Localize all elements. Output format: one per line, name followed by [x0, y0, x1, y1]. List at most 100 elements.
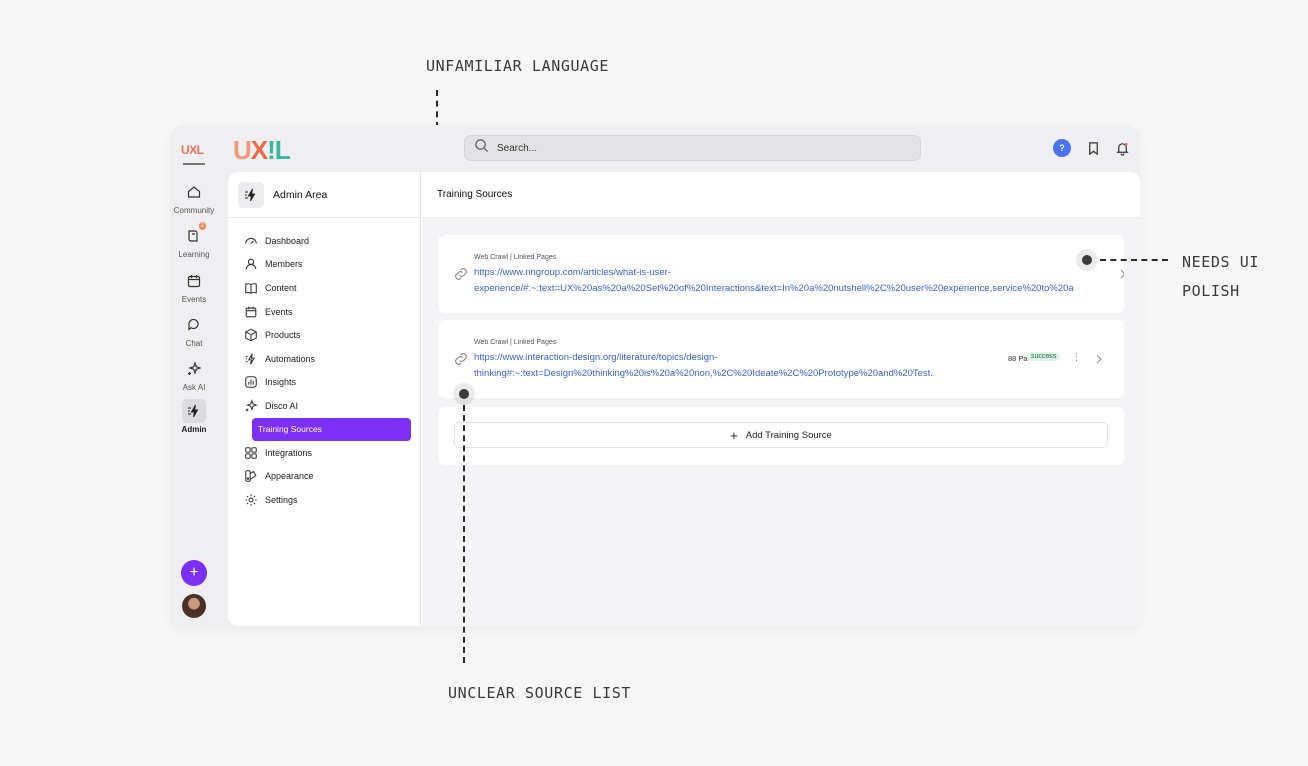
search-input[interactable]	[497, 142, 897, 154]
nav-item-automations[interactable]: Automations	[228, 347, 421, 371]
source-url-line-2[interactable]: thinking#:~:text=Design%20thinking%20is%…	[474, 366, 933, 382]
annotation-needs-ui-polish-line1: NEEDS UI	[1182, 253, 1260, 271]
source-card[interactable]: Web Crawl | Linked Pages https://www.nng…	[438, 235, 1124, 313]
nav-label-members: Members	[265, 259, 303, 270]
rail-label-learning: Learning	[178, 250, 210, 259]
page-title: Training Sources	[422, 172, 1140, 218]
bookmark-icon[interactable]	[1084, 139, 1102, 157]
add-training-source-label: Add Training Source	[745, 429, 832, 441]
annotation-line-bottom	[463, 405, 465, 663]
bolt-icon	[245, 353, 255, 365]
rail-item-learning[interactable]: 2 Learning	[170, 222, 218, 259]
source-url-line-1[interactable]: https://www.nngroup.com/articles/what-is…	[474, 265, 671, 281]
annotation-unclear-source-list: UNCLEAR SOURCE LIST	[448, 684, 631, 702]
calendar-icon	[182, 269, 206, 293]
annotation-needs-ui-polish-line2: POLISH	[1182, 282, 1240, 300]
search-bar[interactable]	[464, 135, 921, 161]
nav-label-content: Content	[265, 282, 297, 293]
annotation-marker-bottom	[453, 383, 475, 405]
book-icon: 2	[182, 222, 206, 248]
box-icon	[245, 328, 257, 342]
rail-logo[interactable]: UXL	[181, 143, 204, 157]
rail-item-ask-ai[interactable]: Ask AI	[170, 357, 218, 392]
annotation-unfamiliar-language: UNFAMILIAR LANGUAGE	[426, 57, 609, 75]
source-url-line-1[interactable]: https://www.interaction-design.org/liter…	[474, 350, 717, 366]
nav-item-events[interactable]: Events	[228, 300, 421, 324]
sparkle-icon	[245, 399, 258, 412]
main-area: Training Sources Web Crawl | Linked Page…	[422, 172, 1140, 626]
nav-item-insights[interactable]: Insights	[228, 371, 421, 395]
gauge-icon	[245, 237, 257, 244]
rail-item-community[interactable]: Community	[170, 180, 218, 215]
annotation-marker-right	[1076, 249, 1098, 271]
link-icon	[455, 268, 467, 280]
palette-icon	[245, 470, 257, 482]
content-panel: Admin Area Dashboard Members Content Eve…	[228, 172, 1140, 626]
chat-icon	[182, 313, 206, 337]
source-card[interactable]: Web Crawl | Linked Pages https://www.int…	[438, 320, 1124, 398]
avatar[interactable]	[182, 594, 206, 618]
admin-sidebar-header: Admin Area	[228, 172, 420, 218]
nav-item-training-sources[interactable]: Training Sources	[252, 417, 411, 441]
rail-label-chat: Chat	[185, 339, 203, 348]
nav-item-disco-ai[interactable]: Disco AI	[228, 394, 421, 418]
more-options-icon[interactable]: ⋮	[1072, 353, 1081, 362]
nav-label-insights: Insights	[265, 377, 297, 388]
book-open-icon	[245, 283, 257, 294]
rail-label-events: Events	[181, 295, 207, 304]
brand-logo[interactable]: UX!L	[233, 135, 291, 166]
chevron-right-icon[interactable]	[1093, 353, 1105, 365]
rail-item-chat[interactable]: Chat	[170, 313, 218, 348]
icon-rail: UXL Community 2 Learning Events Chat Ask…	[170, 125, 218, 630]
help-button[interactable]: ?	[1053, 139, 1071, 157]
sparkle-icon	[182, 357, 206, 381]
learning-badge: 2	[198, 222, 206, 230]
nav-item-members[interactable]: Members	[228, 253, 421, 277]
admin-area-title: Admin Area	[273, 188, 328, 201]
search-icon	[474, 138, 489, 158]
home-icon	[182, 180, 206, 204]
source-type-label: Web Crawl | Linked Pages	[474, 339, 557, 346]
nav-label-integrations: Integrations	[265, 447, 313, 458]
nav-label-training-sources: Training Sources	[258, 424, 322, 435]
plus-icon: +	[730, 427, 738, 443]
annotation-line-right	[1100, 259, 1168, 261]
rail-label-ask-ai: Ask AI	[182, 383, 206, 392]
page-count: 88 Pa	[1008, 354, 1028, 363]
nav-item-settings[interactable]: Settings	[228, 488, 421, 512]
nav-item-products[interactable]: Products	[228, 323, 421, 347]
nav-item-dashboard[interactable]: Dashboard	[228, 229, 421, 253]
bell-icon[interactable]	[1113, 139, 1131, 157]
nav-label-events: Events	[265, 306, 293, 317]
rail-item-admin[interactable]: Admin	[170, 399, 218, 434]
admin-icon	[182, 399, 206, 423]
grid-icon	[245, 446, 257, 459]
status-badge: success	[1027, 352, 1061, 361]
gear-icon	[245, 494, 257, 506]
nav-label-settings: Settings	[265, 494, 298, 505]
calendar-icon	[245, 306, 257, 317]
nav-item-content[interactable]: Content	[228, 276, 421, 300]
source-type-label: Web Crawl | Linked Pages	[474, 254, 557, 261]
brand-logo-part-3: !L	[267, 135, 291, 165]
app-window: UXL Community 2 Learning Events Chat Ask…	[170, 125, 1140, 630]
nav-label-disco-ai: Disco AI	[265, 400, 299, 411]
rail-label-community: Community	[173, 206, 215, 215]
nav-item-appearance[interactable]: Appearance	[228, 464, 421, 488]
user-icon	[245, 259, 257, 270]
rail-label-admin: Admin	[181, 425, 207, 434]
nav-label-appearance: Appearance	[265, 471, 314, 482]
admin-sidebar: Admin Area Dashboard Members Content Eve…	[228, 172, 421, 626]
link-icon	[455, 353, 467, 365]
add-training-source-button[interactable]: + Add Training Source	[454, 422, 1108, 448]
add-source-card: + Add Training Source	[438, 407, 1124, 465]
admin-nav: Dashboard Members Content Events Product…	[228, 229, 421, 512]
nav-item-integrations[interactable]: Integrations	[228, 441, 421, 465]
rail-item-events[interactable]: Events	[170, 269, 218, 304]
chevron-right-icon[interactable]	[1117, 268, 1124, 280]
chart-icon	[245, 376, 257, 389]
rail-divider	[183, 163, 205, 165]
create-plus-button[interactable]: +	[181, 560, 207, 586]
nav-label-products: Products	[265, 330, 301, 341]
source-url-line-2[interactable]: experience/#:~:text=UX%20as%20a%20Set%20…	[474, 281, 1074, 297]
